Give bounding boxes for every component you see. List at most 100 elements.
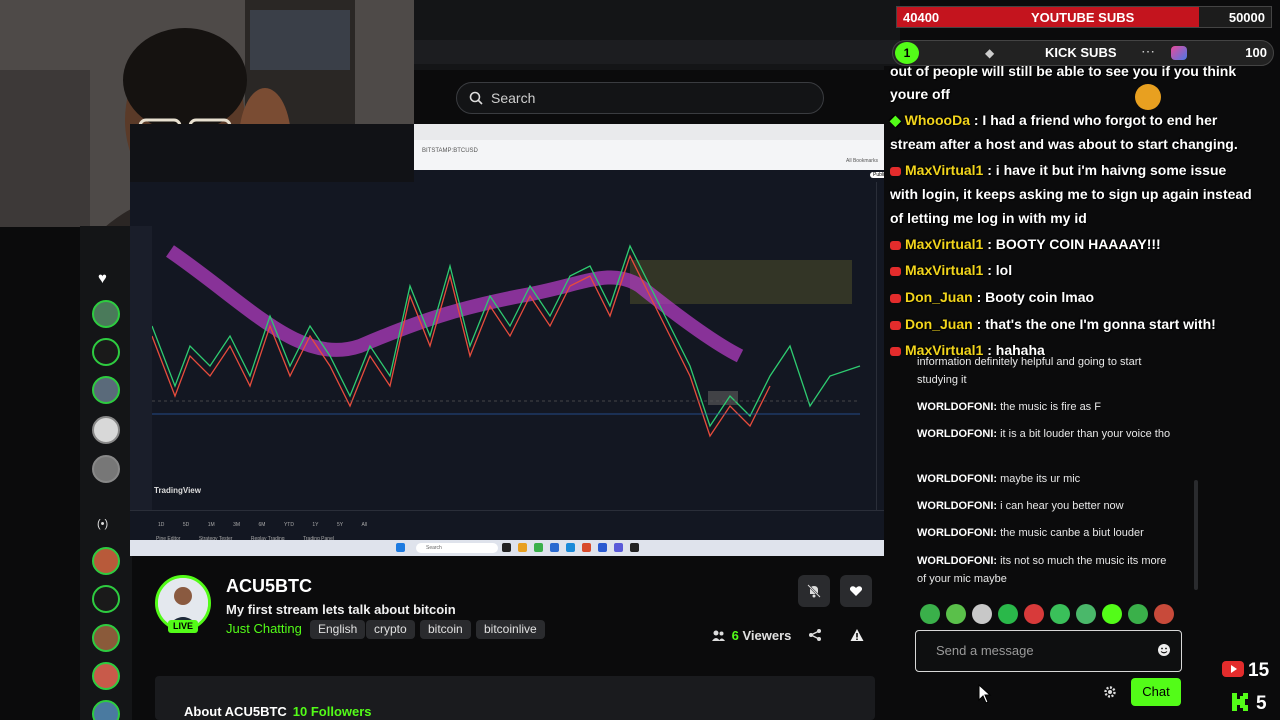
channel-name[interactable]: ACU5BTC [226,576,312,597]
category-link[interactable]: Just Chatting [226,621,302,636]
price-chart-canvas [151,244,861,438]
chat-message-input[interactable]: Send a message [915,630,1182,672]
overlay-chat-line: youre off [890,82,950,106]
site-header [414,0,900,70]
emote-icon[interactable] [1050,604,1070,624]
overlay-chat-username: Don_Juan [905,289,973,305]
chat-username[interactable]: WORLDOFONI: [917,401,997,413]
taskbar-brave-icon [582,543,591,552]
emote-icon[interactable] [998,604,1018,624]
search-icon [469,91,483,105]
taskbar-search: Search [416,543,498,553]
emote-icon[interactable] [1102,604,1122,624]
overlay-chat-line: MaxVirtual1 : i have it but i'm haivng s… [890,158,1226,182]
emoji-picker-icon[interactable] [1157,643,1171,657]
overlay-chat-text: : that's the one I'm gonna start with! [972,316,1216,332]
emote-icon[interactable] [972,604,992,624]
youtube-goal-target: 50000 [1228,10,1265,25]
browser-url: BITSTAMP:BTCUSD [422,148,478,154]
tag-crypto[interactable]: crypto [366,620,415,639]
overlay-chat-username: WhoooDa [904,112,970,128]
emote-icon[interactable] [920,604,940,624]
overlay-chat-text: youre off [890,86,950,102]
chat-scrollbar[interactable] [1194,480,1198,590]
youtube-badge-icon [890,320,901,330]
taskbar-discord-icon [614,543,623,552]
overlay-chat-line: with login, it keeps asking me to sign u… [890,182,1252,206]
recommended-channel-avatar[interactable] [92,585,120,613]
recommended-live-icon: (•) [97,518,109,530]
emote-icon[interactable] [1076,604,1096,624]
notifications-button[interactable] [798,575,830,607]
about-heading: About ACU5BTC 10 Followers [184,704,372,719]
tag-english[interactable]: English [310,620,366,639]
followed-channel-avatar[interactable] [92,338,120,366]
chat-username[interactable]: WORLDOFONI: [917,473,997,485]
windows-start-icon [396,543,405,552]
stream-video-player[interactable]: BITSTAMP:BTCUSD All Bookmarks Publish Tr… [130,124,900,556]
chat-message-text: the music canbe a biut louder [997,527,1144,539]
followed-channel-avatar[interactable] [92,376,120,404]
followed-channel-avatar[interactable] [92,300,120,328]
kick-goal-target: 100 [1245,45,1267,60]
emote-icon[interactable] [1024,604,1044,624]
taskbar-app-icon [550,543,559,552]
tag-bitcoinlive[interactable]: bitcoinlive [476,620,545,639]
drawing-tools-sidebar[interactable] [130,226,152,526]
chat-username[interactable]: WORLDOFONI: [917,500,997,512]
chat-message-text: maybe its ur mic [997,473,1081,485]
bookmarks-label: All Bookmarks [846,158,878,164]
followed-channel-avatar[interactable] [92,455,120,483]
bell-off-icon [807,584,821,598]
emote-bar [920,604,1174,624]
emote-icon[interactable] [1154,604,1174,624]
emote-icon[interactable] [946,604,966,624]
youtube-subs-goal: 40400 YOUTUBE SUBS 50000 [896,6,1272,28]
people-icon [712,630,725,641]
recommended-channel-avatar[interactable] [92,662,120,690]
followed-channel-avatar[interactable] [92,416,120,444]
chat-input-placeholder: Send a message [936,643,1034,658]
youtube-icon [1222,661,1244,677]
viewer-count: 6 Viewers [712,628,791,643]
recommended-channel-avatar[interactable] [92,624,120,652]
kick-badge-icon: ◆ [890,112,905,128]
chat-message: WORLDOFONI: its not so much the music it… [917,552,1175,588]
following-heart-icon[interactable]: ♥ [98,270,114,287]
follow-button[interactable] [840,575,872,607]
timeframe-all: All [361,522,368,528]
chat-message: WORLDOFONI: the music is fire as F [917,398,1175,416]
youtube-badge-icon [890,266,901,276]
overlay-chat-line: Don_Juan : Booty coin lmao [890,285,1094,309]
chat-settings-gear-icon[interactable] [1103,685,1117,699]
tradingview-toolbar: Publish [414,170,900,182]
kick-goal-label: KICK SUBS [1045,45,1117,60]
kick-goal-count-badge: 1 [895,42,919,64]
chat-message-text: information definitely helpful and going… [917,356,1142,386]
taskbar-app-icon [630,543,639,552]
recommended-channel-avatar[interactable] [92,547,120,575]
chat-username[interactable]: WORLDOFONI: [917,428,997,440]
youtube-viewers-badge [1222,661,1244,682]
overlay-chat-text: stream after a host and was about to sta… [890,136,1238,152]
chat-username[interactable]: WORLDOFONI: [917,555,997,567]
share-icon[interactable] [808,628,822,642]
chat-message: information definitely helpful and going… [917,353,1175,389]
overlay-chat-line: of letting me log in with my id [890,206,1087,230]
followers-count: 10 Followers [292,704,372,719]
search-input[interactable]: Search [456,82,824,114]
report-warning-icon[interactable] [850,628,864,642]
send-chat-button[interactable]: Chat [1131,678,1181,706]
chat-message-text: i can hear you better now [997,500,1124,512]
chat-username[interactable]: WORLDOFONI: [917,527,997,539]
overlay-chat-username: MaxVirtual1 [905,262,984,278]
chat-message: WORLDOFONI: the music canbe a biut loude… [917,524,1175,542]
recommended-channel-avatar[interactable] [92,700,120,720]
chat-message: WORLDOFONI: maybe its ur mic [917,470,1175,488]
tag-bitcoin[interactable]: bitcoin [420,620,471,639]
emote-icon[interactable] [1128,604,1148,624]
browser-tabstrip [414,124,900,140]
taskbar-app-icon [502,543,511,552]
live-badge: LIVE [168,620,198,633]
overlay-chat-text: : Booty coin lmao [972,289,1095,305]
